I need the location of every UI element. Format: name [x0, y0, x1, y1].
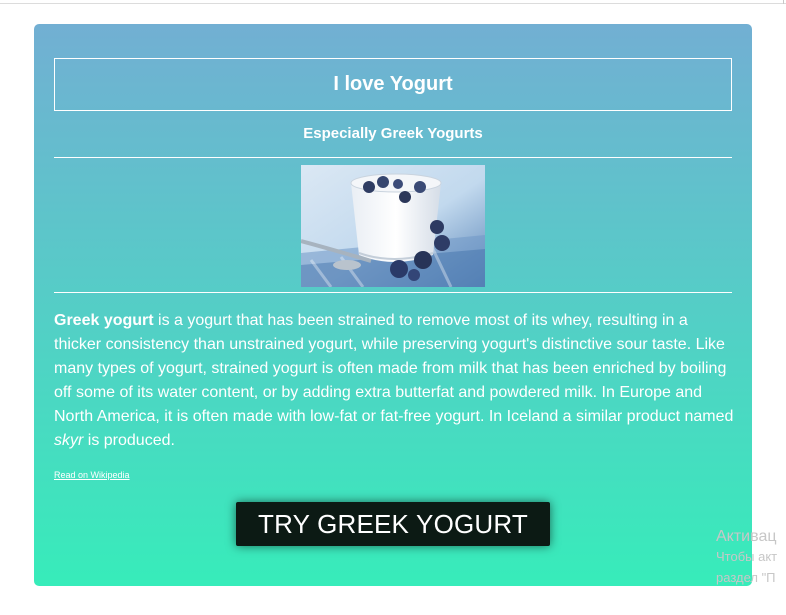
description-bold-lead: Greek yogurt — [54, 312, 154, 329]
description-part-2: is produced. — [83, 432, 175, 449]
yogurt-card: I love Yogurt Especially Greek Yogurts G… — [34, 24, 752, 586]
card-title: I love Yogurt — [54, 58, 732, 111]
watermark-line-3: раздел "П — [716, 570, 776, 585]
watermark-line-2: Чтобы акт — [716, 549, 778, 564]
watermark-line-1: Активац — [716, 528, 777, 545]
yogurt-photo — [301, 165, 485, 287]
description-italic-word: skyr — [54, 432, 84, 449]
read-on-wikipedia-link[interactable]: Read on Wikipedia — [54, 470, 130, 480]
card-subtitle: Especially Greek Yogurts — [303, 125, 483, 142]
top-divider — [0, 3, 786, 4]
right-edge-divider — [783, 0, 784, 4]
try-greek-yogurt-button[interactable]: TRY GREEK YOGURT — [236, 502, 550, 546]
description-text: Greek yogurt is a yogurt that has been s… — [54, 309, 734, 453]
divider-top — [54, 157, 732, 158]
description-part-1: is a yogurt that has been strained to re… — [54, 312, 734, 425]
windows-activation-watermark: Активац Чтобы акт раздел "П — [716, 528, 777, 588]
divider-bottom — [54, 292, 732, 293]
